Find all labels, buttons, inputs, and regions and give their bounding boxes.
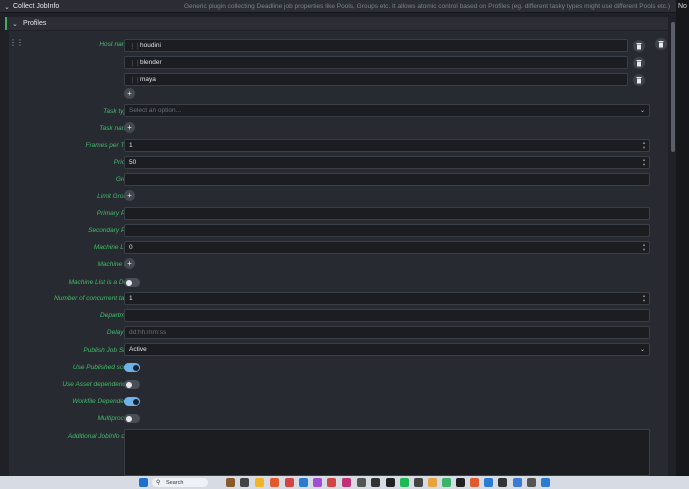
app-icon[interactable] (342, 478, 351, 487)
task-types-placeholder: Select an option... (129, 107, 182, 114)
app-icon[interactable] (498, 478, 507, 487)
delay-job-input[interactable]: dd:hh:mm:ss (124, 326, 650, 339)
profiles-header[interactable]: ⌄ Profiles (5, 17, 668, 30)
toggle-knob (125, 415, 132, 422)
app-icon[interactable] (299, 478, 308, 487)
spinner-icon[interactable]: ▲ ▼ (642, 242, 646, 252)
app-icon[interactable] (386, 478, 395, 487)
app-icon[interactable] (513, 478, 522, 487)
use-asset-dependencies-toggle[interactable] (124, 380, 140, 389)
chevron-down-icon: ⌄ (639, 347, 645, 353)
primary-pool-input[interactable] (124, 207, 650, 220)
frames-per-task-input[interactable]: 1 ▲ ▼ (124, 139, 650, 152)
taskbar-search-label: Search (166, 479, 184, 486)
app-icon[interactable] (357, 478, 366, 487)
group-input[interactable] (124, 173, 650, 186)
chevron-down-icon[interactable]: ⌄ (12, 20, 18, 28)
spotify-icon[interactable] (400, 478, 409, 487)
delete-button[interactable] (633, 40, 645, 52)
host-name-row[interactable]: ⋮⋮ houdini (124, 39, 628, 52)
drag-handle-icon[interactable]: ⋮⋮ (9, 38, 24, 47)
toggle-knob (132, 364, 139, 371)
host-name-row[interactable]: ⋮⋮ maya (124, 73, 628, 86)
folder-icon[interactable] (255, 478, 264, 487)
machine-list-deny-toggle[interactable] (124, 278, 140, 287)
use-published-scene-toggle[interactable] (124, 363, 140, 372)
trash-icon (636, 43, 642, 50)
app-icon[interactable] (313, 478, 322, 487)
section-title: Collect JobInfo (13, 3, 60, 10)
host-name-value: houdini (140, 42, 161, 49)
delete-profile-button[interactable] (655, 38, 667, 50)
adjacent-panel-label: No (678, 3, 687, 10)
frames-per-task-value: 1 (129, 142, 133, 149)
profiles-title: Profiles (23, 20, 47, 27)
host-name-row[interactable]: ⋮⋮ blender (124, 56, 628, 69)
trash-icon (636, 77, 642, 84)
concurrent-tasks-value: 1 (129, 295, 133, 302)
app-icon[interactable] (371, 478, 380, 487)
drag-handle-icon[interactable]: ⋮⋮ (129, 59, 141, 67)
machine-limit-value: 0 (129, 244, 133, 251)
priority-input[interactable]: 50 ▲ ▼ (124, 156, 650, 169)
department-input[interactable] (124, 309, 650, 322)
toggle-knob (125, 381, 132, 388)
adjacent-panel: No (676, 0, 689, 489)
app-icon[interactable] (414, 478, 423, 487)
delete-button[interactable] (633, 74, 645, 86)
collect-jobinfo-header[interactable]: ⌄ Collect JobInfo Generic plugin collect… (0, 0, 676, 13)
app-icon[interactable] (327, 478, 336, 487)
app-icon[interactable] (456, 478, 465, 487)
app-icon[interactable] (428, 478, 437, 487)
additional-jobinfo-textarea[interactable] (124, 429, 650, 476)
spinner-icon[interactable]: ▲ ▼ (642, 293, 646, 303)
app-icon[interactable] (226, 478, 235, 487)
taskbar-search[interactable]: ⚲ Search (152, 478, 208, 487)
app-icon[interactable] (484, 478, 493, 487)
app-icon[interactable] (470, 478, 479, 487)
host-name-value: maya (140, 76, 156, 83)
delay-job-placeholder: dd:hh:mm:ss (129, 329, 167, 336)
app-icon[interactable] (270, 478, 279, 487)
app-icon[interactable] (442, 478, 451, 487)
drag-handle-icon[interactable]: ⋮⋮ (129, 42, 141, 50)
concurrent-tasks-label: Number of concurrent tasks (54, 295, 134, 302)
scrollbar-thumb[interactable] (671, 22, 675, 152)
trash-icon (636, 60, 642, 67)
add-limit-group-button[interactable]: + (124, 190, 135, 201)
task-types-select[interactable]: Select an option... ⌄ (124, 104, 650, 117)
publish-job-state-select[interactable]: Active ⌄ (124, 343, 650, 356)
spinner-icon[interactable]: ▲ ▼ (642, 140, 646, 150)
add-host-name-button[interactable]: + (124, 88, 135, 99)
concurrent-tasks-input[interactable]: 1 ▲ ▼ (124, 292, 650, 305)
add-task-name-button[interactable]: + (124, 122, 135, 133)
workfile-dependency-toggle[interactable] (124, 397, 140, 406)
app-icon[interactable] (285, 478, 294, 487)
secondary-pool-input[interactable] (124, 224, 650, 237)
windows-start-icon[interactable] (139, 478, 148, 487)
priority-value: 50 (129, 159, 137, 166)
app-icon[interactable] (240, 478, 249, 487)
multiprocess-toggle[interactable] (124, 414, 140, 423)
section-description: Generic plugin collecting Deadline job p… (183, 3, 670, 10)
host-name-value: blender (140, 59, 162, 66)
app-icon[interactable] (527, 478, 536, 487)
chevron-down-icon: ⌄ (639, 108, 645, 114)
search-icon: ⚲ (156, 480, 161, 486)
machine-limit-input[interactable]: 0 ▲ ▼ (124, 241, 650, 254)
toggle-knob (125, 279, 132, 286)
drag-handle-icon[interactable]: ⋮⋮ (129, 76, 141, 84)
delete-button[interactable] (633, 57, 645, 69)
toggle-knob (132, 398, 139, 405)
publish-job-state-value: Active (129, 346, 147, 353)
add-machine-button[interactable]: + (124, 258, 135, 269)
taskbar: ⚲ Search (0, 476, 689, 489)
chevron-down-icon[interactable]: ⌄ (4, 3, 10, 11)
spinner-icon[interactable]: ▲ ▼ (642, 157, 646, 167)
app-icon[interactable] (541, 478, 550, 487)
trash-icon (658, 41, 664, 48)
